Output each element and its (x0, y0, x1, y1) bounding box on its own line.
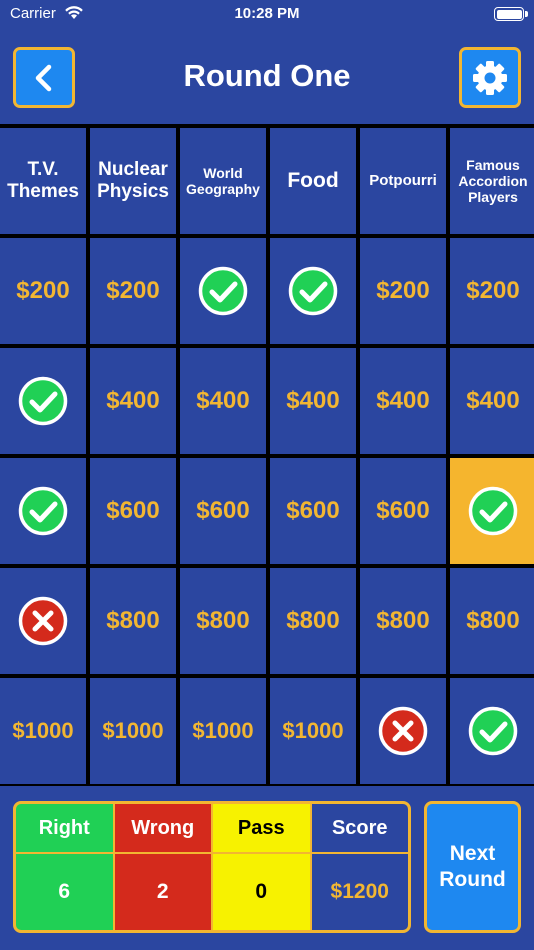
wrong-count: 2 (114, 854, 211, 930)
scoreboard: Right Wrong Pass Score 6 2 0 $1200 (13, 801, 411, 933)
clue-cell[interactable]: $800 (270, 568, 356, 674)
game-board: T.V. Themes Nuclear Physics World Geogra… (0, 124, 534, 786)
answered-right-cell[interactable] (450, 678, 534, 784)
category-header: Nuclear Physics (90, 128, 176, 234)
check-icon (468, 706, 518, 756)
page-title: Round One (183, 58, 351, 93)
status-bar: Carrier 10:28 PM (0, 0, 534, 30)
clue-cell[interactable]: $1000 (0, 678, 86, 784)
answered-wrong-cell[interactable] (0, 568, 86, 674)
clue-cell[interactable]: $200 (0, 238, 86, 344)
next-round-button[interactable]: Next Round (424, 801, 521, 933)
clue-cell[interactable]: $400 (270, 348, 356, 454)
answered-right-cell[interactable] (180, 238, 266, 344)
clue-cell[interactable]: $800 (90, 568, 176, 674)
category-header: Food (270, 128, 356, 234)
gear-icon (473, 60, 507, 95)
wrong-label: Wrong (114, 804, 211, 852)
score-label: Score (311, 804, 408, 852)
clue-cell[interactable]: $1000 (90, 678, 176, 784)
clue-cell[interactable]: $800 (450, 568, 534, 674)
clue-cell[interactable]: $600 (90, 458, 176, 564)
category-header: T.V. Themes (0, 128, 86, 234)
clue-cell[interactable]: $400 (90, 348, 176, 454)
status-time: 10:28 PM (234, 5, 300, 22)
right-count: 6 (16, 854, 113, 930)
answered-right-cell[interactable] (450, 458, 534, 564)
clue-cell[interactable]: $600 (180, 458, 266, 564)
clue-cell[interactable]: $200 (450, 238, 534, 344)
check-icon (18, 486, 68, 536)
answered-wrong-cell[interactable] (360, 678, 446, 784)
clue-cell[interactable]: $800 (180, 568, 266, 674)
clue-cell[interactable]: $400 (180, 348, 266, 454)
check-icon (18, 376, 68, 426)
category-header: Famous Accordion Players (450, 128, 534, 234)
check-icon (288, 266, 338, 316)
answered-right-cell[interactable] (0, 458, 86, 564)
answered-right-cell[interactable] (0, 348, 86, 454)
battery-icon (494, 7, 528, 21)
settings-button[interactable] (459, 47, 521, 108)
clue-cell[interactable]: $200 (90, 238, 176, 344)
x-icon (18, 596, 68, 646)
clue-cell[interactable]: $800 (360, 568, 446, 674)
score-value: $1200 (311, 854, 408, 930)
check-icon (198, 266, 248, 316)
clue-cell[interactable]: $400 (360, 348, 446, 454)
category-header: World Geography (180, 128, 266, 234)
pass-label: Pass (213, 804, 310, 852)
clue-cell[interactable]: $1000 (180, 678, 266, 784)
x-icon (378, 706, 428, 756)
next-round-label-line1: Next (449, 841, 496, 865)
category-header: Potpourri (360, 128, 446, 234)
check-icon (468, 486, 518, 536)
right-label: Right (16, 804, 113, 852)
clue-cell[interactable]: $400 (450, 348, 534, 454)
next-round-label-line2: Round (439, 868, 506, 891)
clue-cell[interactable]: $600 (270, 458, 356, 564)
clue-cell[interactable]: $200 (360, 238, 446, 344)
clue-cell[interactable]: $1000 (270, 678, 356, 784)
answered-right-cell[interactable] (270, 238, 356, 344)
clue-cell[interactable]: $600 (360, 458, 446, 564)
pass-count: 0 (213, 854, 310, 930)
